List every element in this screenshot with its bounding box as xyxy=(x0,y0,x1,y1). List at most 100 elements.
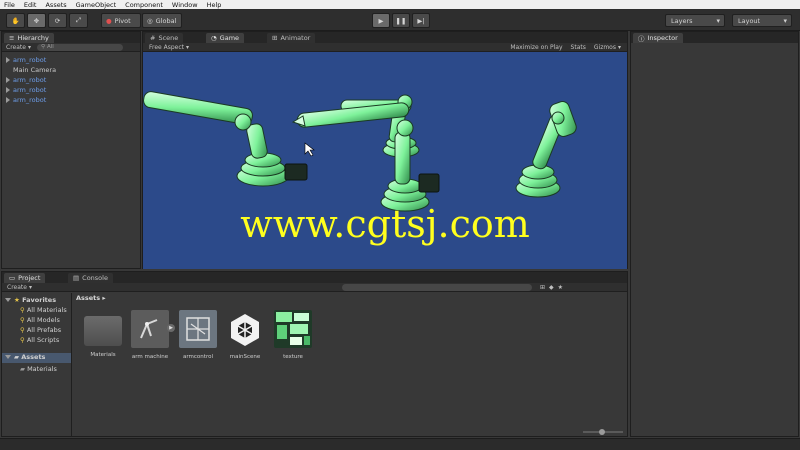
menu-edit[interactable]: Edit xyxy=(24,1,37,9)
favorite-item[interactable]: ⚲ All Prefabs xyxy=(20,326,61,334)
play-button[interactable]: ▶ xyxy=(372,13,390,28)
layout-dropdown[interactable]: Layout xyxy=(732,14,792,27)
tab-hierarchy[interactable]: ≡ Hierarchy xyxy=(4,33,54,43)
favorite-item[interactable]: ⚲ All Scripts xyxy=(20,336,59,344)
favorite-item[interactable]: ⚲ All Models xyxy=(20,316,60,324)
layout-label: Layout xyxy=(738,16,761,25)
hierarchy-create-button[interactable]: Create xyxy=(6,44,26,51)
dropdown-icon: ▾ xyxy=(27,43,31,51)
favorites-label: Favorites xyxy=(22,296,57,304)
menu-gameobject[interactable]: GameObject xyxy=(76,1,117,9)
tab-scene[interactable]: # Scene xyxy=(145,33,184,43)
animator-controller-icon xyxy=(179,310,217,348)
menu-assets[interactable]: Assets xyxy=(45,1,66,9)
pause-icon: ❚❚ xyxy=(395,16,407,25)
pacman-icon: ◔ xyxy=(211,34,217,42)
asset-item[interactable]: mainScene xyxy=(222,310,268,360)
pivot-label: Pivot xyxy=(114,16,131,25)
breadcrumb[interactable]: Assets ▸ xyxy=(76,294,106,302)
tab-game[interactable]: ◔ Game xyxy=(206,33,245,43)
tab-animator[interactable]: ⊞ Animator xyxy=(267,33,316,43)
game-viewport[interactable]: www.cgtsj.com xyxy=(143,52,627,269)
asset-item[interactable]: armcontrol xyxy=(175,310,221,360)
hierarchy-item-label: arm_robot xyxy=(13,96,47,104)
layers-dropdown[interactable]: Layers xyxy=(665,14,725,27)
assets-tree-root[interactable]: ▰ Assets xyxy=(2,353,71,363)
hand-tool-button[interactable]: ✋ xyxy=(6,13,25,28)
favorite-item[interactable]: ⚲ All Materials xyxy=(20,306,67,314)
folder-icon: ▰ xyxy=(14,353,19,361)
asset-label: armcontrol xyxy=(183,354,213,360)
expand-arrow-icon[interactable]: ▶ xyxy=(167,324,175,332)
assets-child-label: Materials xyxy=(27,365,57,373)
global-label: Global xyxy=(155,16,177,25)
hierarchy-search-input[interactable]: ⚲ All xyxy=(36,43,123,51)
favorite-item-label: All Materials xyxy=(26,306,67,314)
mouse-cursor xyxy=(304,142,315,157)
zoom-slider-thumb[interactable] xyxy=(599,429,605,435)
globe-icon: ◎ xyxy=(147,16,153,25)
maximize-on-play-toggle[interactable]: Maximize on Play xyxy=(510,44,562,51)
info-icon: ⓘ xyxy=(638,35,645,43)
hierarchy-item[interactable]: arm_robot xyxy=(6,76,46,84)
tab-project[interactable]: ▭ Project xyxy=(4,273,46,283)
chevron-down-icon: ▾ xyxy=(617,43,621,51)
menu-file[interactable]: File xyxy=(4,1,15,9)
asset-label: texture xyxy=(283,354,303,360)
folder-icon xyxy=(84,316,122,346)
hierarchy-item[interactable]: arm_robot xyxy=(6,86,46,94)
filter-type-icon[interactable]: ⊞ xyxy=(540,284,545,291)
aspect-dropdown[interactable]: Free Aspect xyxy=(149,44,184,51)
console-tab-label: Console xyxy=(82,274,108,282)
menu-help[interactable]: Help xyxy=(207,1,222,9)
search-icon: ⚲ xyxy=(20,336,25,344)
project-search-input[interactable] xyxy=(341,283,532,291)
game-subbar: Free Aspect ▾ Maximize on Play Stats Giz… xyxy=(143,43,627,52)
project-tree: ★ Favorites ⚲ All Materials ⚲ All Models… xyxy=(2,293,72,437)
asset-item[interactable]: Materials xyxy=(80,310,126,358)
hierarchy-tab-label: Hierarchy xyxy=(17,34,49,42)
hierarchy-item[interactable]: Main Camera xyxy=(13,66,56,74)
project-create-button[interactable]: Create xyxy=(7,284,27,291)
layers-label: Layers xyxy=(671,16,693,25)
filter-label-icon[interactable]: ◆ xyxy=(549,284,554,291)
step-button[interactable]: ▶| xyxy=(412,13,430,28)
hierarchy-item[interactable]: arm_robot xyxy=(6,96,46,104)
tab-console[interactable]: ▤ Console xyxy=(68,273,113,283)
search-icon: ⚲ xyxy=(20,316,25,324)
folder-icon: ▭ xyxy=(9,274,16,282)
search-icon: ⚲ xyxy=(20,326,25,334)
move-tool-button[interactable]: ✥ xyxy=(27,13,46,28)
pause-button[interactable]: ❚❚ xyxy=(392,13,410,28)
hand-icon: ✋ xyxy=(11,16,20,25)
animator-icon: ⊞ xyxy=(272,34,278,42)
asset-item[interactable]: arm machine xyxy=(127,310,173,360)
asset-item[interactable]: texture xyxy=(270,310,316,360)
texture-thumbnail-icon xyxy=(274,310,312,348)
global-toggle[interactable]: ◎ Global xyxy=(142,13,182,28)
rotate-tool-button[interactable]: ⟳ xyxy=(48,13,67,28)
assets-tree-child[interactable]: ▰ Materials xyxy=(20,365,57,373)
menu-bar: File Edit Assets GameObject Component Wi… xyxy=(0,0,800,9)
stats-toggle[interactable]: Stats xyxy=(571,44,586,51)
inspector-panel: ⓘ Inspector xyxy=(630,31,799,437)
menu-window[interactable]: Window xyxy=(172,1,198,9)
menu-component[interactable]: Component xyxy=(125,1,163,9)
rotate-icon: ⟳ xyxy=(54,16,61,25)
star-icon[interactable]: ★ xyxy=(558,284,563,291)
dropdown-icon: ▾ xyxy=(28,283,32,291)
hierarchy-item[interactable]: arm_robot xyxy=(6,56,46,64)
zoom-slider[interactable] xyxy=(583,429,623,435)
gizmos-dropdown[interactable]: Gizmos xyxy=(594,44,616,51)
favorites-header[interactable]: ★ Favorites xyxy=(5,296,56,304)
search-icon: ⚲ xyxy=(20,306,25,314)
list-icon: ≡ xyxy=(9,34,15,42)
watermark-text: www.cgtsj.com xyxy=(240,202,530,246)
pivot-toggle[interactable]: ● Pivot xyxy=(101,13,141,28)
scale-tool-button[interactable]: ⤢ xyxy=(69,13,88,28)
robot-arms-render: www.cgtsj.com xyxy=(143,91,577,246)
tab-inspector[interactable]: ⓘ Inspector xyxy=(633,33,683,43)
toolbar: ✋ ✥ ⟳ ⤢ ● Pivot ◎ Global ▶ ❚❚ ▶| Layers … xyxy=(0,9,800,31)
inspector-tabbar: ⓘ Inspector xyxy=(631,32,798,43)
scale-icon: ⤢ xyxy=(75,16,82,24)
